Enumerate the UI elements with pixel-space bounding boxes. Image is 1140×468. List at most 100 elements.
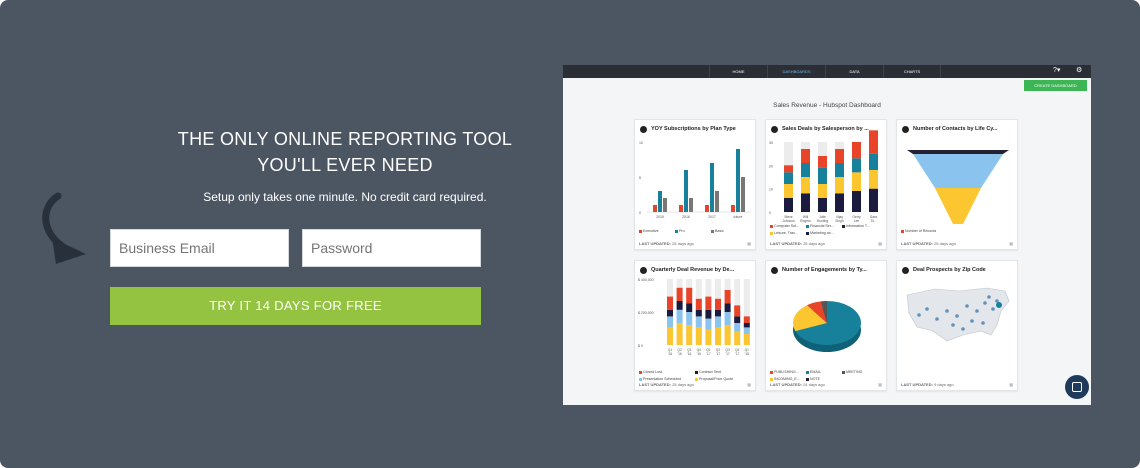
bar-segment xyxy=(686,303,693,312)
bar-segment xyxy=(705,309,712,319)
bar-segment xyxy=(801,177,810,194)
password-input[interactable] xyxy=(302,229,481,267)
bar-segment xyxy=(667,296,673,310)
bar xyxy=(715,191,719,212)
y-tick-label: $ 200,000 xyxy=(638,311,654,315)
bar xyxy=(705,205,709,212)
y-tick-label: $ 0 xyxy=(638,344,643,348)
funnel-stage xyxy=(935,188,981,224)
prospect-marker xyxy=(965,304,969,308)
x-tick-label: '18 xyxy=(745,352,749,356)
help-icon[interactable]: ?▾ xyxy=(1053,66,1060,74)
signup-panel: THE ONLY ONLINE REPORTING TOOL YOU'LL EV… xyxy=(0,0,1140,468)
bar-segment xyxy=(852,191,861,212)
x-tick-label: 2016 xyxy=(682,215,690,219)
bar xyxy=(736,149,740,212)
bar-segment xyxy=(734,331,741,345)
nav-data[interactable]: DATA xyxy=(825,65,883,78)
card-chart xyxy=(793,301,861,352)
bar-segment xyxy=(724,303,731,312)
bar-segment xyxy=(818,156,827,168)
bar-segment xyxy=(869,130,878,154)
nav-home[interactable]: HOME xyxy=(709,65,767,78)
card-chart: $ 400,000$ 200,000$ 0Q1'16Q2'16Q3'16Q4'1… xyxy=(638,278,750,356)
bar-segment xyxy=(724,312,731,326)
bar-segment xyxy=(743,316,750,323)
nav-dashboards[interactable]: DASHBOARDS xyxy=(767,65,825,78)
bar-segment xyxy=(676,309,683,323)
dashboard-card[interactable]: Deal Prospects by Zip Code LAST UPDATED: … xyxy=(896,260,1018,391)
x-tick-label: 2017 xyxy=(708,215,716,219)
bar-segment xyxy=(818,198,827,212)
bar-segment xyxy=(818,167,827,184)
setup-note: Setup only takes one minute. No credit c… xyxy=(203,190,487,204)
prospect-marker xyxy=(945,309,949,313)
x-tick-label: Johnson xyxy=(782,219,795,223)
dashboard-card[interactable]: Number of Engagements by Ty... LAST UPDAT… xyxy=(765,260,887,391)
bar-segment xyxy=(835,163,844,177)
prospect-marker xyxy=(917,313,921,317)
nav-charts[interactable]: CHARTS xyxy=(883,65,941,78)
bar xyxy=(689,198,693,212)
bar-segment xyxy=(818,184,827,198)
dashboard-title: Sales Revenue - Hubspot Dashboard xyxy=(773,102,881,109)
x-tick-label: '17 xyxy=(716,352,720,356)
dashboard-card[interactable]: YOY Subscriptions by Plan Type LAST UPDAT… xyxy=(634,119,756,250)
x-tick-label: St... xyxy=(871,219,877,223)
bar-segment xyxy=(676,287,683,301)
bar-segment xyxy=(852,142,861,159)
bar-segment xyxy=(784,184,793,198)
prospect-marker xyxy=(955,314,959,318)
y-tick-label: 30 xyxy=(769,141,773,145)
bar-segment xyxy=(695,316,702,328)
bar-segment xyxy=(743,323,750,328)
dashboard-card[interactable]: Number of Contacts by Life Cy... LAST UPD… xyxy=(896,119,1018,250)
x-tick-label: '16 xyxy=(697,352,701,356)
bar-segment xyxy=(724,325,731,345)
create-dashboard-button[interactable]: CREATE DASHBOARD xyxy=(1024,80,1087,91)
x-tick-label: '16 xyxy=(677,352,681,356)
prospect-marker xyxy=(991,307,995,311)
prospect-marker xyxy=(970,319,974,323)
y-tick-label: $ 400,000 xyxy=(638,278,654,282)
card-chart: 10 5 0 2015 2016 2017 future xyxy=(639,141,751,219)
bar-segment xyxy=(801,163,810,177)
business-email-input[interactable] xyxy=(110,229,289,267)
gear-icon[interactable]: ⚙ xyxy=(1076,66,1082,74)
bar-segment xyxy=(705,329,712,345)
chat-launcher-button[interactable] xyxy=(1065,375,1089,399)
dashboard-card[interactable]: Sales Deals by Salesperson by ... LAST UP… xyxy=(765,119,887,250)
bar-segment xyxy=(734,316,741,323)
try-free-button[interactable]: TRY IT 14 DAYS FOR FREE xyxy=(110,287,481,325)
bar xyxy=(658,191,662,212)
bar-segment xyxy=(743,327,750,334)
bar-segment xyxy=(686,287,693,304)
bar-segment xyxy=(801,193,810,212)
prospect-marker xyxy=(961,327,965,331)
x-tick-label: '17 xyxy=(725,352,729,356)
bar-segment xyxy=(784,172,793,184)
bar-segment xyxy=(667,316,673,328)
bar-segment xyxy=(801,149,810,163)
bar-segment xyxy=(734,323,741,332)
curved-arrow-icon xyxy=(42,192,86,264)
bar-segment xyxy=(869,170,878,189)
y-tick-label: 10 xyxy=(639,141,643,145)
y-tick-label: 0 xyxy=(769,211,771,215)
bar-segment xyxy=(852,158,861,173)
bar-segment xyxy=(686,325,693,345)
map-outline xyxy=(906,287,1010,342)
bar-segment xyxy=(835,149,844,163)
prospect-marker xyxy=(935,317,939,321)
bar-segment xyxy=(705,318,712,330)
bar-segment xyxy=(734,305,741,317)
bar-segment xyxy=(724,290,731,304)
bar xyxy=(663,198,667,212)
bar xyxy=(731,205,735,212)
card-chart xyxy=(906,287,1010,342)
prospect-marker xyxy=(981,321,985,325)
page-headline: THE ONLY ONLINE REPORTING TOOL YOU'LL EV… xyxy=(100,126,590,178)
bar xyxy=(741,177,745,212)
y-tick-label: 10 xyxy=(769,188,773,192)
dashboard-card[interactable]: Quarterly Deal Revenue by De... LAST UPDA… xyxy=(634,260,756,391)
